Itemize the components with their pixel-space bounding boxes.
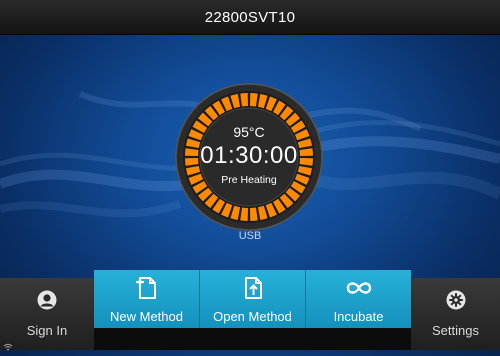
gear-icon <box>446 290 466 315</box>
title-bar: 22800SVT10 <box>0 0 500 35</box>
status-text: Pre Heating <box>221 174 277 186</box>
incubate-label: Incubate <box>333 309 384 324</box>
infinity-icon <box>344 276 374 305</box>
new-method-button[interactable]: New Method <box>94 270 200 328</box>
user-icon <box>37 290 57 315</box>
settings-button[interactable]: Settings <box>411 278 500 350</box>
temperature-readout: 95°C <box>233 124 265 140</box>
instrument-name: 22800SVT10 <box>204 8 296 26</box>
bottom-toolbar: Sign In New Method Open Method Incubate … <box>0 270 500 350</box>
new-method-label: New Method <box>110 309 183 324</box>
sign-in-label: Sign In <box>26 323 68 338</box>
open-document-icon <box>242 276 264 305</box>
new-document-icon <box>135 276 158 305</box>
open-method-button[interactable]: Open Method <box>200 270 306 328</box>
dial-readout: 95°C 01:30:00 Pre Heating <box>174 82 324 232</box>
sign-in-button[interactable]: Sign In <box>0 278 94 350</box>
incubate-button[interactable]: Incubate <box>306 270 411 328</box>
open-method-label: Open Method <box>213 309 292 324</box>
time-readout: 01:30:00 <box>200 142 298 169</box>
usb-label: USB <box>238 230 262 242</box>
settings-label: Settings <box>432 323 479 338</box>
wifi-icon <box>3 338 13 356</box>
